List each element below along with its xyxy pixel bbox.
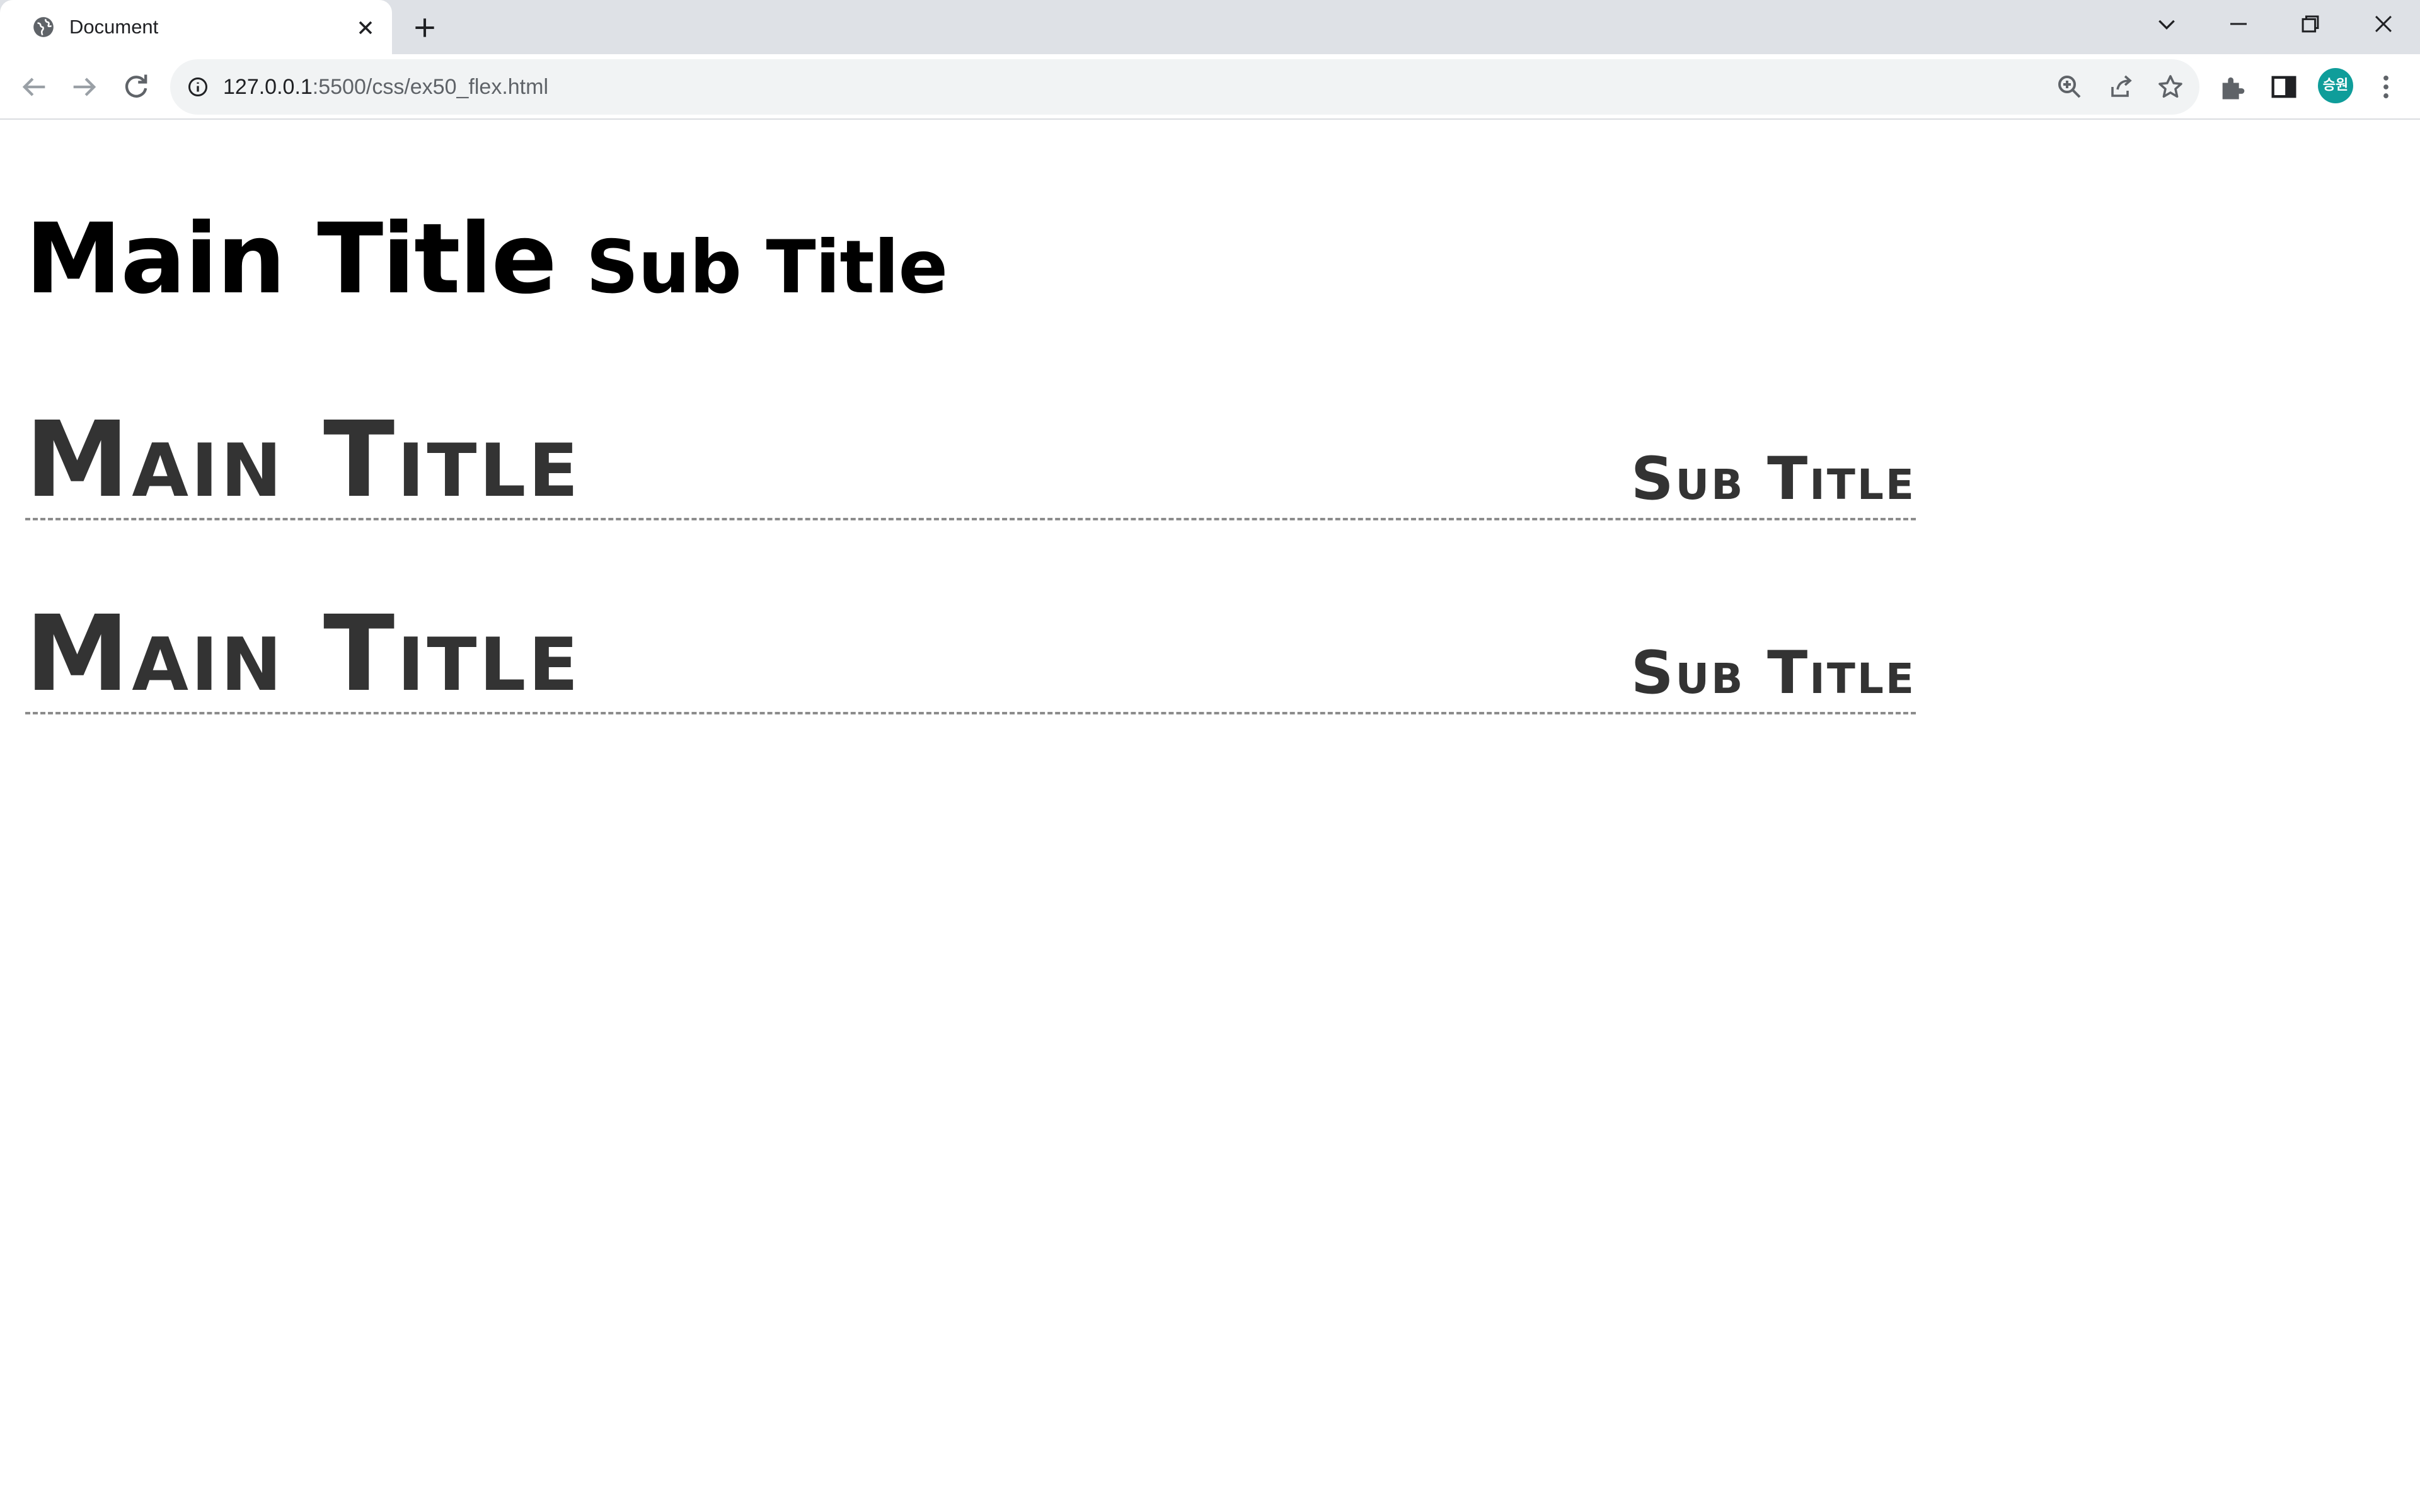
reload-icon[interactable]: [120, 71, 153, 103]
main-title: Main Title: [25, 203, 557, 316]
side-panel-icon[interactable]: [2267, 71, 2300, 103]
zoom-icon[interactable]: [2054, 72, 2085, 102]
forward-arrow-icon[interactable]: [68, 71, 101, 103]
star-icon[interactable]: [2155, 72, 2186, 102]
heading-flex-1: Main Title Sub Title: [25, 401, 1916, 520]
browser-toolbar: 127.0.0.1:5500/css/ex50_flex.html 승원: [0, 54, 2420, 120]
chevron-down-icon[interactable]: [2154, 11, 2179, 37]
heading-flex-2: Main Title Sub Title: [25, 595, 1916, 714]
info-icon[interactable]: [187, 76, 209, 98]
page-viewport: Main Title Sub Title Main Title Sub Title…: [0, 121, 2420, 1512]
back-arrow-icon[interactable]: [18, 71, 50, 103]
close-window-icon[interactable]: [2367, 8, 2400, 40]
url-host: 127.0.0.1: [223, 75, 313, 99]
url-path: :5500/css/ex50_flex.html: [312, 75, 548, 99]
minimize-icon[interactable]: [2222, 8, 2255, 40]
heading-plain: Main Title Sub Title: [25, 203, 948, 316]
sub-title: Sub Title: [1630, 639, 1916, 707]
tab-title: Document: [69, 16, 159, 38]
close-icon[interactable]: [354, 16, 377, 39]
sub-title: Sub Title: [585, 225, 948, 310]
url-text[interactable]: 127.0.0.1:5500/css/ex50_flex.html: [223, 73, 548, 101]
address-bar[interactable]: 127.0.0.1:5500/css/ex50_flex.html: [170, 59, 2199, 115]
sub-title: Sub Title: [1630, 445, 1916, 513]
profile-avatar[interactable]: 승원: [2318, 68, 2353, 103]
plus-icon[interactable]: [411, 14, 439, 42]
main-title: Main Title: [25, 593, 581, 715]
restore-icon[interactable]: [2294, 8, 2327, 40]
puzzle-icon[interactable]: [2217, 71, 2250, 103]
globe-icon: [33, 17, 54, 37]
tab-strip: Document: [0, 0, 2420, 54]
browser-tab[interactable]: Document: [0, 0, 392, 54]
kebab-menu-icon[interactable]: [2370, 71, 2402, 103]
share-icon[interactable]: [2106, 72, 2136, 102]
main-title: Main Title: [25, 399, 581, 521]
